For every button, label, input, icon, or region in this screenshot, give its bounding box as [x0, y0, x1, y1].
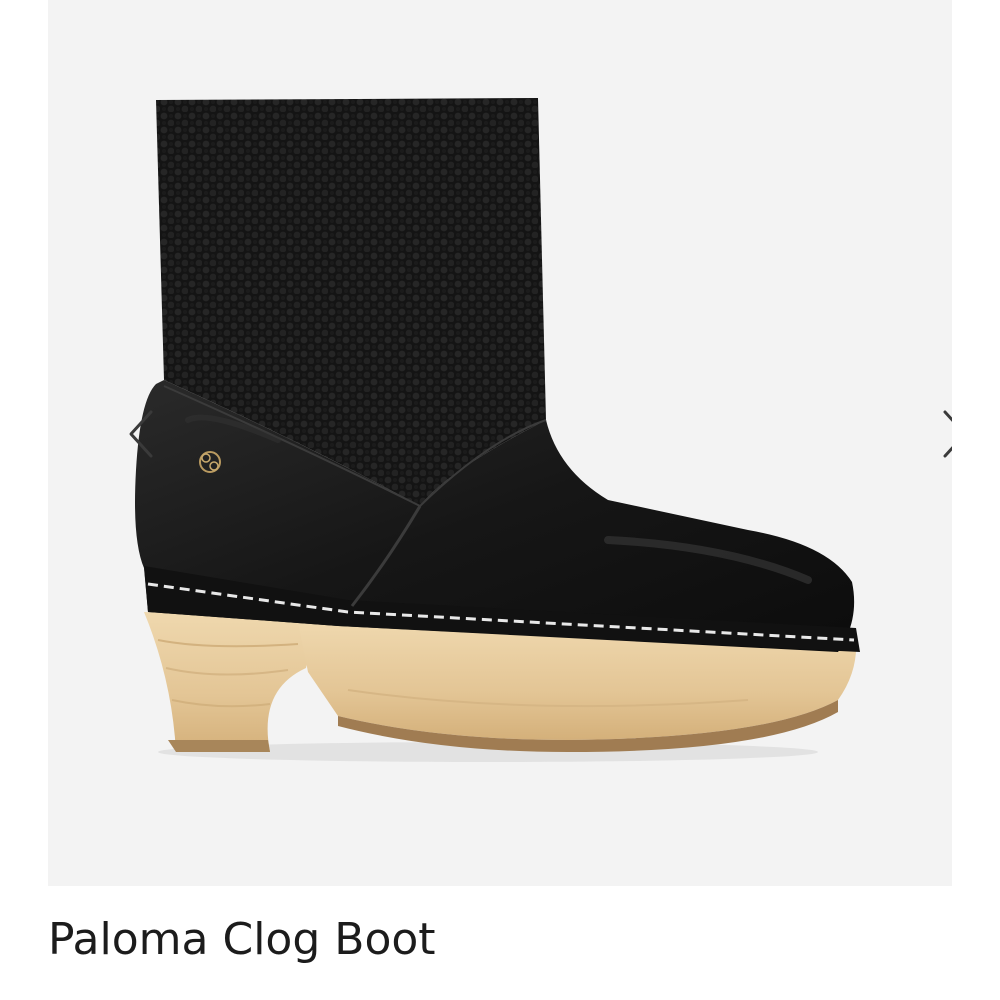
product-page: Paloma Clog Boot — [0, 0, 1000, 1000]
previous-image-button[interactable] — [112, 396, 172, 472]
chevron-right-icon — [943, 410, 952, 458]
product-title: Paloma Clog Boot — [48, 914, 436, 965]
product-gallery — [48, 0, 952, 886]
chevron-left-icon — [129, 410, 153, 458]
boot-image — [135, 98, 860, 762]
next-image-button[interactable] — [924, 396, 952, 472]
